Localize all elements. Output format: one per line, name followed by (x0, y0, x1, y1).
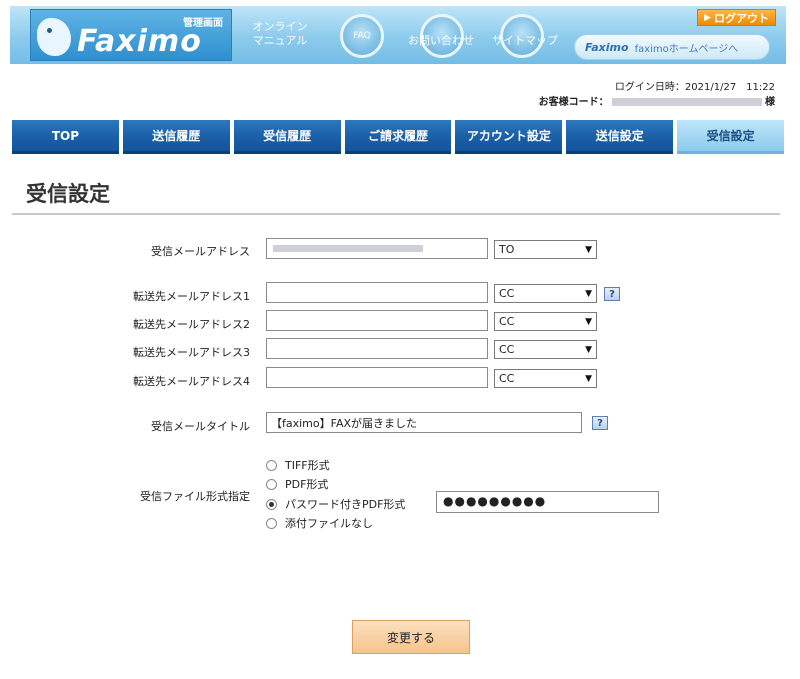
recv-mail-type-value: TO (499, 243, 515, 256)
login-info: ログイン日時：2021/1/27 11:22 お客様コード： 様 (539, 80, 775, 110)
format-option-label: PDF形式 (285, 478, 329, 491)
forward-1-type-value: CC (499, 287, 515, 300)
forward-2-type-select[interactable]: CC ▼ (494, 312, 597, 331)
logout-label: ログアウト (714, 11, 769, 25)
faximo-logo[interactable]: 管理画面 Faximo (30, 9, 232, 61)
format-option-tiff[interactable]: TIFF形式 (266, 457, 330, 473)
forward-1-input[interactable] (266, 282, 488, 303)
faq-label: FAQ (353, 30, 371, 41)
radio-icon[interactable] (266, 459, 277, 471)
forward-1-label: 転送先メールアドレス1 (133, 290, 250, 303)
logo-text: Faximo (77, 24, 202, 59)
forward-1-type-select[interactable]: CC ▼ (494, 284, 597, 303)
submit-button[interactable]: 変更する (352, 620, 470, 654)
arrow-right-icon: ▶ (704, 12, 711, 23)
forward-4-input[interactable] (266, 367, 488, 388)
radio-icon[interactable] (266, 478, 277, 490)
faximo-mini-logo: Faximo (585, 40, 629, 54)
logout-button[interactable]: ▶ ログアウト (697, 9, 776, 26)
faximo-home-link[interactable]: Faximo faximoホームページへ (574, 34, 770, 60)
chevron-down-icon: ▼ (585, 316, 592, 327)
recv-mail-label: 受信メールアドレス (151, 245, 250, 258)
forward-3-input[interactable] (266, 338, 488, 359)
title-divider (12, 213, 780, 215)
tab-receive-history[interactable]: 受信履歴 (233, 120, 341, 154)
radio-checked-icon[interactable] (266, 498, 277, 510)
tab-billing-history[interactable]: ご請求履歴 (344, 120, 452, 154)
forward-3-type-select[interactable]: CC ▼ (494, 340, 597, 359)
page-title: 受信設定 (26, 182, 110, 206)
format-option-password-pdf[interactable]: パスワード付きPDF形式 (266, 496, 405, 512)
recv-mail-type-select[interactable]: TO ▼ (494, 240, 597, 259)
tab-top[interactable]: TOP (12, 120, 119, 154)
login-time-row: ログイン日時：2021/1/27 11:22 (539, 80, 775, 95)
format-option-label: TIFF形式 (285, 459, 330, 472)
forward-2-input[interactable] (266, 310, 488, 331)
faq-link[interactable]: FAQ (340, 14, 384, 58)
tab-account-settings[interactable]: アカウント設定 (455, 120, 563, 154)
online-manual-link[interactable]: オンライン マニュアル (250, 20, 310, 49)
forward-4-type-select[interactable]: CC ▼ (494, 369, 597, 388)
forward-3-type-value: CC (499, 343, 515, 356)
chevron-down-icon: ▼ (585, 244, 592, 255)
contact-link[interactable]: お問い合わせ (408, 32, 474, 48)
forward-2-label: 転送先メールアドレス2 (133, 318, 250, 331)
mascot-icon (37, 18, 71, 56)
tab-send-history[interactable]: 送信履歴 (122, 120, 230, 154)
pdf-password-input[interactable]: ●●●●●●●●● (436, 491, 659, 513)
chevron-down-icon: ▼ (585, 344, 592, 355)
help-icon[interactable]: ? (592, 416, 608, 430)
format-option-pdf[interactable]: PDF形式 (266, 476, 328, 492)
redacted-customer-info (611, 98, 762, 106)
chevron-down-icon: ▼ (585, 288, 592, 299)
mail-title-label: 受信メールタイトル (151, 420, 250, 433)
header-banner: 管理画面 Faximo オンライン マニュアル FAQ お問い合わせ サイトマッ… (10, 6, 786, 64)
forward-3-label: 転送先メールアドレス3 (133, 346, 250, 359)
file-format-label: 受信ファイル形式指定 (140, 490, 250, 503)
chevron-down-icon: ▼ (585, 373, 592, 384)
tab-receive-settings[interactable]: 受信設定 (677, 120, 785, 154)
login-time-label: ログイン日時： (614, 82, 685, 93)
radio-icon[interactable] (266, 517, 277, 529)
customer-code-row: お客様コード： 様 (539, 95, 775, 110)
help-icon[interactable]: ? (604, 287, 620, 301)
mail-title-input[interactable] (266, 412, 582, 433)
recv-mail-input[interactable] (266, 238, 488, 259)
format-option-no-attachment[interactable]: 添付ファイルなし (266, 515, 373, 531)
main-tabs: TOP 送信履歴 受信履歴 ご請求履歴 アカウント設定 送信設定 受信設定 (12, 120, 785, 154)
format-option-label: 添付ファイルなし (285, 517, 373, 530)
forward-4-label: 転送先メールアドレス4 (133, 375, 250, 388)
format-option-label: パスワード付きPDF形式 (285, 498, 406, 511)
sitemap-link[interactable]: サイトマップ (492, 32, 558, 48)
customer-code-label: お客様コード： (538, 97, 609, 108)
login-time-value: 2021/1/27 11:22 (684, 82, 775, 93)
tab-send-settings[interactable]: 送信設定 (566, 120, 674, 154)
customer-suffix: 様 (765, 97, 775, 108)
forward-2-type-value: CC (499, 315, 515, 328)
forward-4-type-value: CC (499, 372, 515, 385)
home-link-label: faximoホームページへ (634, 43, 739, 55)
